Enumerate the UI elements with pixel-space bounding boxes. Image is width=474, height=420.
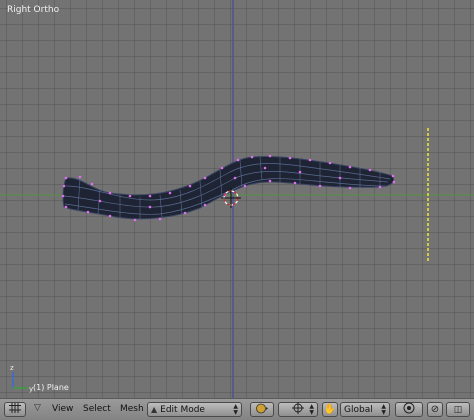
proportional-edit-dropdown[interactable]	[395, 402, 423, 417]
snap-element-icon: ◫	[453, 404, 463, 415]
view3d-header: ▽ View Select Mesh ▲ Edit Mode ▲ ▼ ▲ ▼ ✋ G…	[0, 398, 474, 420]
shading-icon	[255, 403, 269, 417]
proportional-edit-icon	[403, 402, 415, 417]
mesh-object	[62, 156, 395, 220]
snap-icon: ⊘	[430, 404, 440, 415]
manipulator-toggle[interactable]: ✋	[322, 402, 338, 417]
scene-canvas[interactable]: z y	[0, 0, 474, 398]
orientation-arrows-icon: ▲ ▼	[381, 403, 386, 416]
grid-icon	[9, 403, 21, 416]
orientation-dropdown[interactable]: Global ▲ ▼	[340, 402, 390, 417]
hand-manipulator-icon: ✋	[323, 404, 337, 415]
menu-view[interactable]: View	[52, 404, 73, 414]
snap-toggle[interactable]: ⊘	[427, 402, 443, 417]
triangle-mode-icon: ▲	[151, 405, 158, 414]
expand-arrow-icon[interactable]: ▽	[34, 403, 41, 413]
mode-dropdown[interactable]: ▲ Edit Mode ▲ ▼	[147, 402, 242, 417]
3d-viewport[interactable]: Right Ortho z y (1) Plane	[0, 0, 474, 398]
svg-text:z: z	[10, 364, 14, 372]
axis-gizmo-icon: z y	[10, 364, 33, 393]
editor-type-button[interactable]	[4, 402, 26, 417]
object-label: (1) Plane	[33, 383, 69, 392]
pivot-dropdown[interactable]: ▲ ▼	[278, 402, 318, 417]
menu-select[interactable]: Select	[83, 404, 111, 414]
menu-mesh[interactable]: Mesh	[120, 404, 144, 414]
orientation-label: Global	[344, 404, 373, 415]
pivot-arrows-icon: ▲ ▼	[309, 403, 314, 416]
shading-dropdown[interactable]	[250, 402, 274, 417]
snap-element-dropdown[interactable]: ◫	[446, 402, 470, 417]
dropdown-arrows-icon: ▲ ▼	[233, 403, 238, 416]
mode-label: Edit Mode	[160, 404, 205, 415]
pivot-icon	[292, 402, 304, 417]
